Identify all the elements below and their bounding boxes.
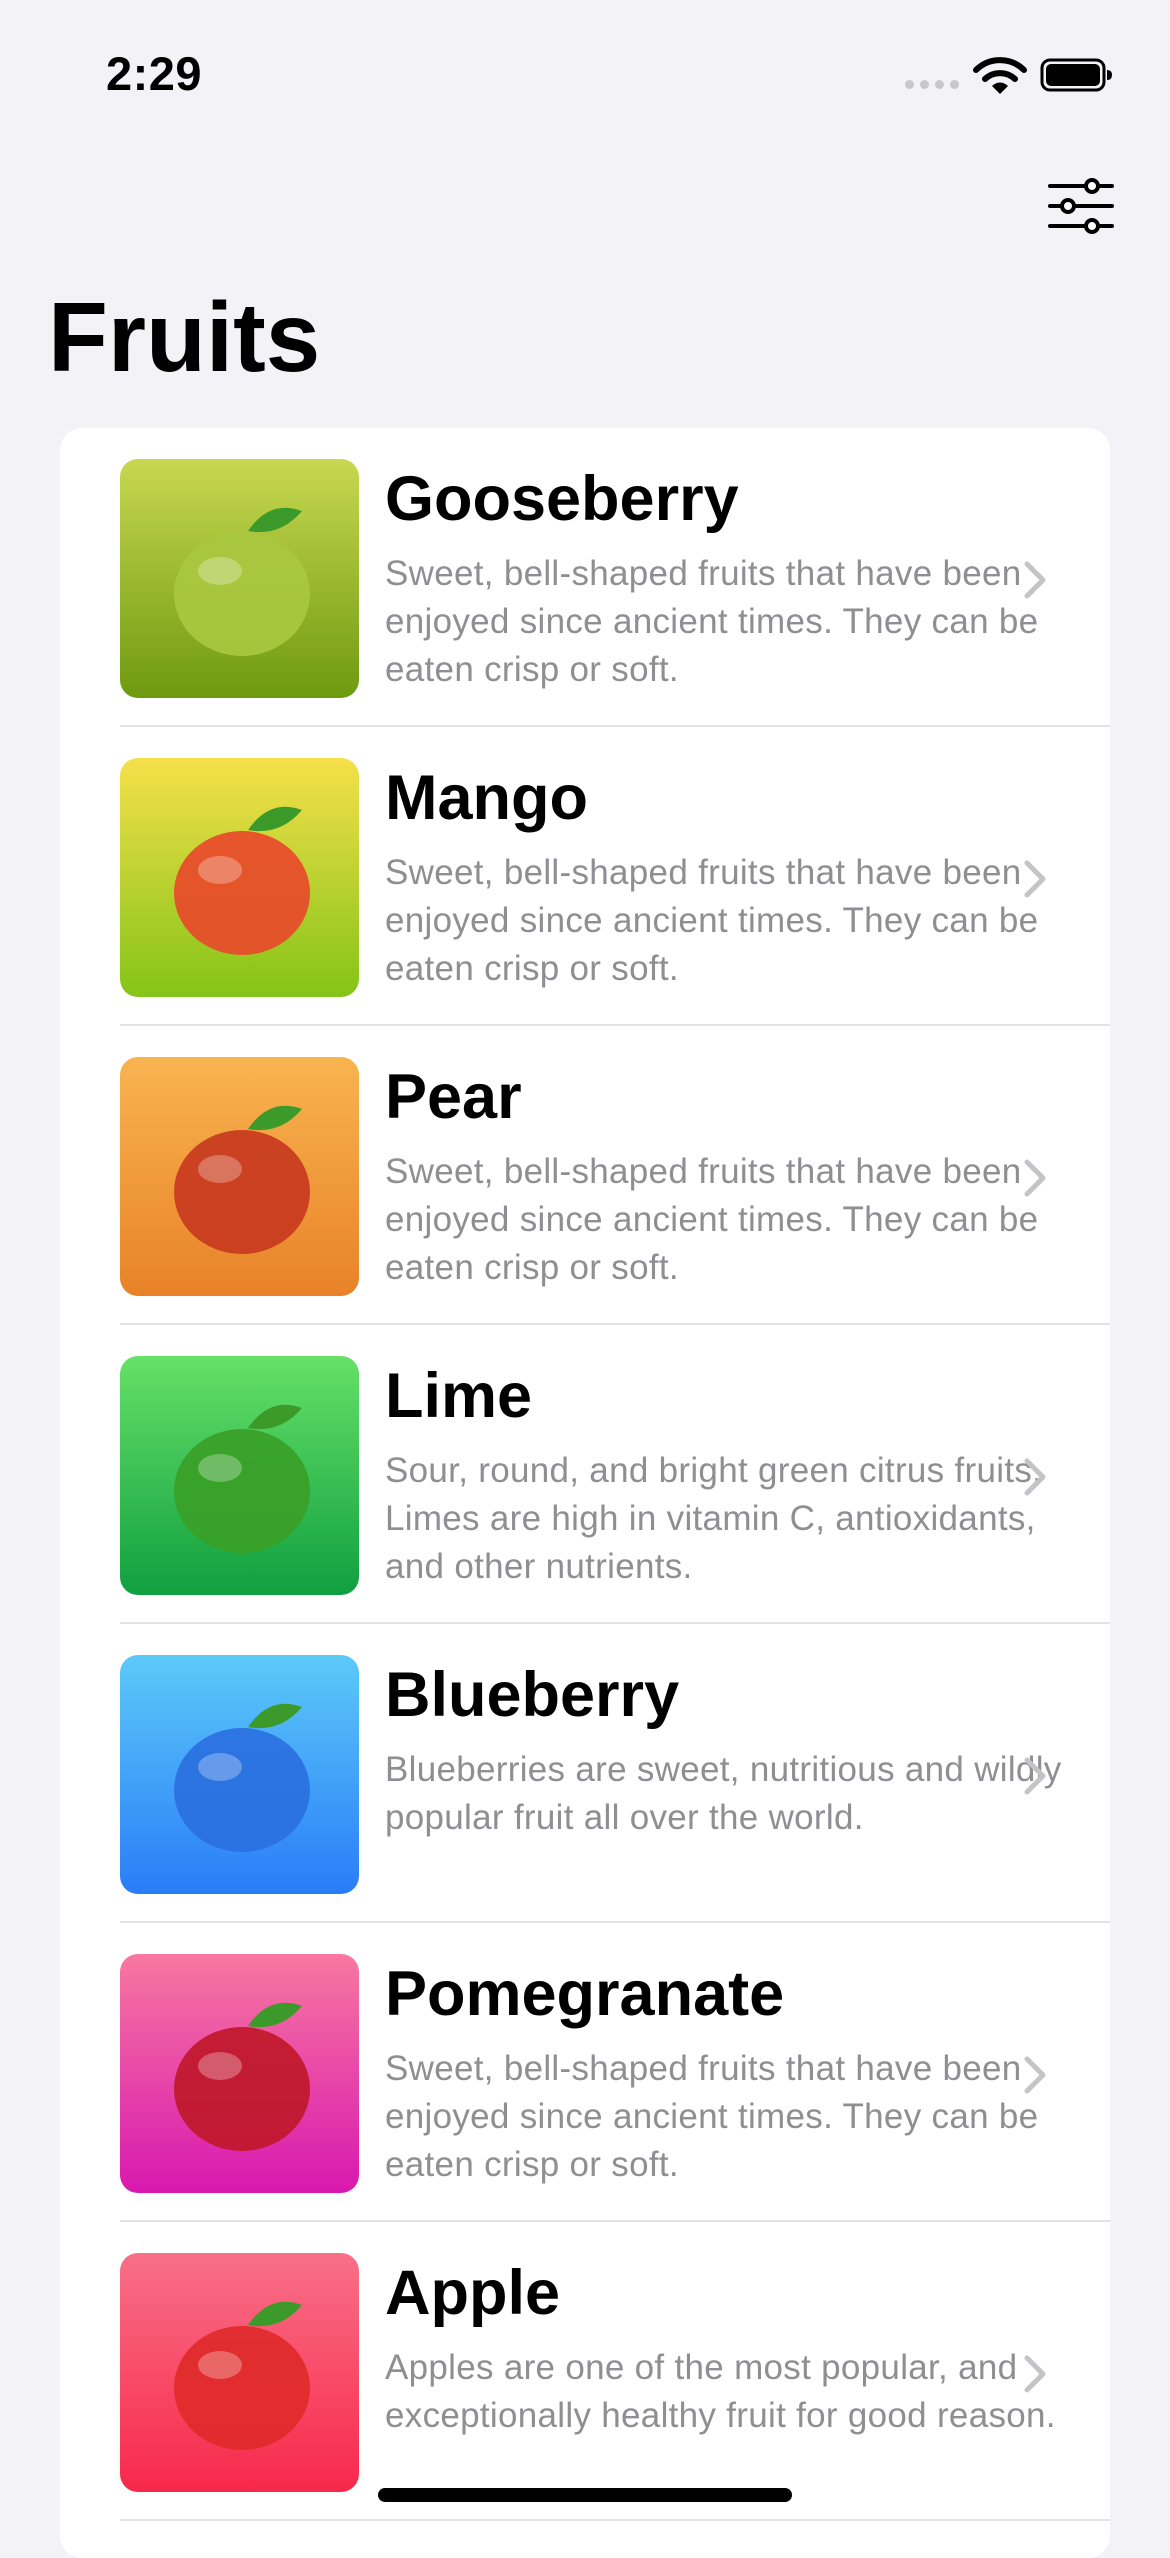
chevron-right-icon: [1024, 561, 1046, 599]
chevron-right-icon: [1024, 2355, 1046, 2393]
filter-icon[interactable]: [1048, 178, 1114, 234]
chevron-right-icon: [1024, 860, 1046, 898]
fruit-name: Pear: [385, 1062, 522, 1132]
fruit-name: Gooseberry: [385, 464, 739, 534]
battery-icon: [1040, 58, 1112, 92]
chevron-right-icon: [1024, 1159, 1046, 1197]
fruit-thumbnail: [120, 1057, 359, 1296]
fruit-description: Sweet, bell-shaped fruits that have been…: [385, 2049, 1039, 2184]
fruit-thumbnail: [120, 1655, 359, 1894]
fruit-description: Apples are one of the most popular, and …: [385, 2348, 1056, 2435]
chevron-right-icon: [1024, 2056, 1046, 2094]
fruit-name: Lime: [385, 1361, 533, 1431]
list-item-pomegranate[interactable]: Pomegranate Sweet, bell-shaped fruits tha…: [60, 1923, 1110, 2222]
cellular-signal-icon: [905, 80, 961, 92]
fruit-thumbnail: [120, 758, 359, 997]
wifi-icon: [973, 57, 1027, 94]
fruit-thumbnail: [120, 459, 359, 698]
list-item-blueberry[interactable]: Blueberry Blueberries are sweet, nutritio…: [60, 1624, 1110, 1923]
page-title: Fruits: [48, 282, 321, 392]
row-divider: [120, 2519, 1110, 2521]
fruit-list: Gooseberry Sweet, bell-shaped fruits that…: [60, 428, 1110, 2558]
fruit-thumbnail: [120, 2253, 359, 2492]
list-item-mango[interactable]: Mango Sweet, bell-shaped fruits that have…: [60, 727, 1110, 1026]
fruit-name: Pomegranate: [385, 1959, 785, 2029]
list-item-apple[interactable]: Apple Apples are one of the most popular,…: [60, 2222, 1110, 2521]
chevron-right-icon: [1024, 1757, 1046, 1795]
fruit-description: Sweet, bell-shaped fruits that have been…: [385, 1152, 1039, 1287]
fruit-thumbnail: [120, 1356, 359, 1595]
fruit-thumbnail: [120, 1954, 359, 2193]
fruit-name: Blueberry: [385, 1660, 680, 1730]
fruit-description: Sweet, bell-shaped fruits that have been…: [385, 853, 1039, 988]
list-item-gooseberry[interactable]: Gooseberry Sweet, bell-shaped fruits that…: [60, 428, 1110, 727]
fruit-name: Mango: [385, 763, 588, 833]
list-item-lime[interactable]: Lime Sour, round, and bright green citrus…: [60, 1325, 1110, 1624]
fruit-name: Apple: [385, 2258, 561, 2328]
fruit-description: Blueberries are sweet, nutritious and wi…: [385, 1750, 1062, 1837]
fruit-description: Sour, round, and bright green citrus fru…: [385, 1451, 1043, 1586]
home-indicator[interactable]: [378, 2488, 792, 2502]
fruit-description: Sweet, bell-shaped fruits that have been…: [385, 554, 1039, 689]
status-time: 2:29: [106, 47, 203, 100]
list-item-pear[interactable]: Pear Sweet, bell-shaped fruits that have …: [60, 1026, 1110, 1325]
status-bar: 2:29: [0, 0, 1170, 140]
chevron-right-icon: [1024, 1458, 1046, 1496]
